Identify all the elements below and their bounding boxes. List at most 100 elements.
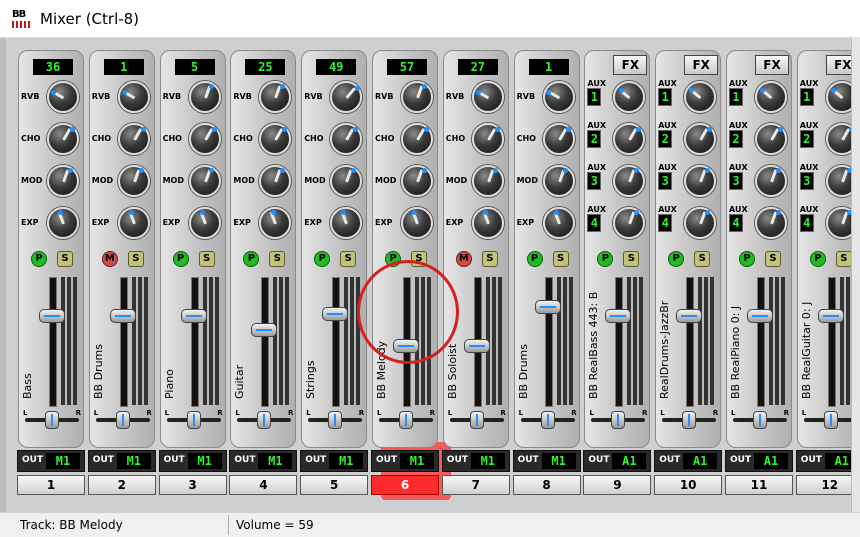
solo-button[interactable]: S <box>694 251 711 267</box>
output-selector[interactable]: OUT M1 <box>441 450 510 472</box>
mute-button[interactable]: M <box>455 251 472 267</box>
fader-handle[interactable] <box>676 308 703 323</box>
mod-knob[interactable] <box>117 165 150 197</box>
rvb-knob[interactable] <box>330 81 363 113</box>
volume-fader[interactable]: Strings <box>302 273 368 413</box>
solo-button[interactable]: S <box>411 251 427 267</box>
cho-knob[interactable] <box>330 123 363 155</box>
pan-slider[interactable]: LR <box>161 409 227 431</box>
exp-knob[interactable] <box>259 207 292 239</box>
fx-button[interactable]: FX <box>755 55 789 75</box>
play-button[interactable]: P <box>739 251 755 267</box>
aux-selector[interactable]: AUX 1 <box>658 79 677 113</box>
channel-number-button[interactable]: 9 <box>583 475 652 495</box>
play-button[interactable]: P <box>668 251 685 267</box>
aux-4-knob[interactable] <box>613 207 646 239</box>
aux-selector[interactable]: AUX 1 <box>729 79 748 113</box>
aux-selector[interactable]: AUX 2 <box>658 121 677 155</box>
patch-number-display[interactable]: 1 <box>103 59 144 75</box>
cho-knob[interactable] <box>401 123 433 155</box>
fader-handle[interactable] <box>605 308 632 323</box>
volume-fader[interactable]: BB RealBass 443: B <box>585 273 651 413</box>
exp-knob[interactable] <box>188 207 221 239</box>
solo-button[interactable]: S <box>269 251 286 267</box>
fader-handle[interactable] <box>534 299 561 314</box>
rvb-knob[interactable] <box>471 81 504 113</box>
solo-button[interactable]: S <box>198 251 215 267</box>
aux-selector[interactable]: AUX 3 <box>587 163 606 197</box>
aux-selector[interactable]: AUX 2 <box>799 121 818 155</box>
pan-handle[interactable] <box>115 411 130 429</box>
pan-slider[interactable]: LR <box>515 409 581 431</box>
mod-knob[interactable] <box>259 165 292 197</box>
volume-fader[interactable]: Bass <box>19 273 85 413</box>
output-selector[interactable]: OUT A1 <box>654 450 723 472</box>
aux-selector[interactable]: AUX 4 <box>729 205 748 239</box>
solo-button[interactable]: S <box>127 251 144 267</box>
pan-handle[interactable] <box>328 411 343 429</box>
solo-button[interactable]: S <box>481 251 498 267</box>
channel-number-button[interactable]: 7 <box>441 475 510 495</box>
patch-number-display[interactable]: 57 <box>387 59 427 75</box>
output-selector[interactable]: OUT M1 <box>371 450 439 472</box>
solo-button[interactable]: S <box>57 251 73 267</box>
solo-button[interactable]: S <box>623 251 640 267</box>
aux-selector[interactable]: AUX 3 <box>799 163 818 197</box>
solo-button[interactable]: S <box>552 251 569 267</box>
output-selector[interactable]: OUT M1 <box>158 450 227 472</box>
channel-number-button[interactable]: 6 <box>371 475 439 495</box>
fader-handle[interactable] <box>39 308 65 323</box>
aux-4-knob[interactable] <box>755 207 787 239</box>
pan-handle[interactable] <box>682 411 697 429</box>
pan-slider[interactable]: LR <box>373 409 439 431</box>
aux-selector[interactable]: AUX 2 <box>729 121 748 155</box>
aux-2-knob[interactable] <box>684 123 717 155</box>
output-selector[interactable]: OUT M1 <box>512 450 581 472</box>
fx-button[interactable]: FX <box>684 55 719 75</box>
mod-knob[interactable] <box>542 165 575 197</box>
mod-knob[interactable] <box>401 165 433 197</box>
cho-knob[interactable] <box>471 123 504 155</box>
fader-handle[interactable] <box>251 322 278 337</box>
exp-knob[interactable] <box>47 207 79 239</box>
pan-slider[interactable]: LR <box>727 409 793 431</box>
cho-knob[interactable] <box>542 123 575 155</box>
fader-handle[interactable] <box>109 308 136 323</box>
volume-fader[interactable]: Piano <box>161 273 227 413</box>
channel-number-button[interactable]: 5 <box>300 475 369 495</box>
output-selector[interactable]: OUT M1 <box>229 450 298 472</box>
output-selector[interactable]: OUT M1 <box>300 450 369 472</box>
play-button[interactable]: P <box>172 251 189 267</box>
rvb-knob[interactable] <box>188 81 221 113</box>
volume-fader[interactable]: BB RealPiano 0: J <box>727 273 793 413</box>
volume-fader[interactable]: BB Drums <box>90 273 156 413</box>
aux-selector[interactable]: AUX 3 <box>729 163 748 197</box>
play-button[interactable]: P <box>314 251 331 267</box>
mod-knob[interactable] <box>471 165 504 197</box>
volume-fader[interactable]: BB Soloist <box>444 273 510 413</box>
volume-fader[interactable]: BB Melody <box>373 273 439 413</box>
patch-number-display[interactable]: 25 <box>245 59 286 75</box>
aux-selector[interactable]: AUX 1 <box>799 79 818 113</box>
play-button[interactable]: P <box>385 251 401 267</box>
aux-selector[interactable]: AUX 1 <box>587 79 606 113</box>
pan-slider[interactable]: LR <box>656 409 722 431</box>
channel-number-button[interactable]: 10 <box>654 475 723 495</box>
aux-3-knob[interactable] <box>684 165 717 197</box>
patch-number-display[interactable]: 49 <box>316 59 357 75</box>
rvb-knob[interactable] <box>542 81 575 113</box>
channel-number-button[interactable]: 11 <box>725 475 793 495</box>
rvb-knob[interactable] <box>259 81 292 113</box>
aux-4-knob[interactable] <box>684 207 717 239</box>
aux-2-knob[interactable] <box>613 123 646 155</box>
output-selector[interactable]: OUT M1 <box>17 450 85 472</box>
play-button[interactable]: P <box>243 251 260 267</box>
aux-3-knob[interactable] <box>755 165 787 197</box>
output-selector[interactable]: OUT A1 <box>583 450 652 472</box>
play-button[interactable]: P <box>526 251 543 267</box>
cho-knob[interactable] <box>259 123 292 155</box>
channel-number-button[interactable]: 4 <box>229 475 298 495</box>
pan-handle[interactable] <box>399 411 413 429</box>
exp-knob[interactable] <box>471 207 504 239</box>
pan-handle[interactable] <box>257 411 272 429</box>
